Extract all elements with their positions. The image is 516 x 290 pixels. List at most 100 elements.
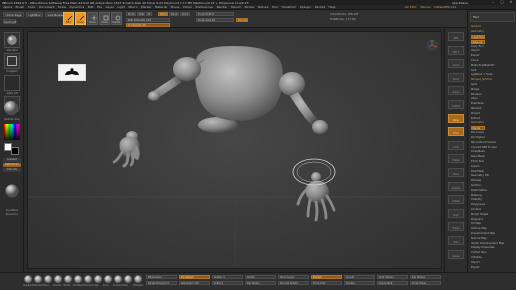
tool-item-displacement-map[interactable]: Displacement Map — [471, 232, 515, 235]
tool-item-preview[interactable]: Preview — [471, 179, 515, 182]
tool-item-geometry[interactable]: Geometry — [471, 30, 515, 33]
bottom-dynamesh[interactable]: DynaMesh — [179, 275, 210, 279]
brush-zmodeler-icon[interactable] — [134, 275, 142, 283]
tool-item-distribute[interactable]: Distribute — [471, 102, 515, 105]
tool-item-normal-map[interactable]: Normal Map — [471, 237, 515, 240]
nav-scroll-button[interactable]: Scroll — [448, 59, 464, 69]
tool-item-extract[interactable]: Extract — [471, 117, 515, 120]
bottom-resolution-128[interactable]: Resolution 128 — [179, 281, 210, 285]
brush-damstandard-icon[interactable] — [74, 275, 82, 283]
material-slot[interactable] — [3, 100, 20, 117]
tool-item-initialize[interactable]: Initialize — [471, 256, 515, 259]
tool-item-lightbox-tools[interactable]: Lightbox > Tools — [471, 73, 515, 76]
dynamic-toggle[interactable]: Dynamic — [236, 18, 248, 22]
switch-color-button[interactable]: SwitchColor — [3, 163, 21, 167]
bottom-del-higher[interactable]: Del Higher — [245, 281, 276, 285]
nav-zoom-button[interactable]: Zoom — [448, 72, 464, 82]
zcut-button[interactable]: Zcut — [180, 12, 190, 16]
canvas-viewport[interactable] — [27, 31, 442, 269]
tool-item-texture-map[interactable]: Texture Map — [471, 227, 515, 230]
tool-item-export[interactable]: Export — [471, 54, 515, 57]
brush-claybuildup-icon[interactable] — [24, 275, 32, 283]
z-intensity-slider[interactable]: Z Intensity 25 — [126, 23, 170, 27]
lightbox-tab[interactable]: LightBox — [25, 12, 44, 17]
bottom-target-polygons-5[interactable]: Target Polygons 5 — [146, 281, 177, 285]
nav-actual-button[interactable]: Actual — [448, 86, 464, 96]
bottom-smooth-subdiv[interactable]: Smooth Subdiv — [278, 281, 309, 285]
tool-item-fibermesh[interactable]: FiberMesh — [471, 170, 515, 173]
tool-item-unified-skin[interactable]: Unified Skin — [471, 251, 515, 254]
tool-item-make-polymesh3d[interactable]: Make PolyMesh3D — [471, 64, 515, 67]
brush-slot[interactable] — [4, 32, 20, 48]
bottom-polish-0[interactable]: Polish 0 — [212, 281, 243, 285]
secondary-color-swatch[interactable] — [11, 147, 19, 155]
tool-item-align[interactable]: Align — [471, 97, 515, 100]
brush-trimdynamic-icon[interactable] — [84, 275, 92, 283]
nav-solo-button[interactable]: Solo — [448, 236, 464, 245]
tool-item-visibility[interactable]: Visibility — [471, 198, 515, 201]
nav-floor-button[interactable]: Floor — [448, 127, 464, 137]
brush-hpolish-icon[interactable] — [64, 275, 72, 283]
nav-rotate-button[interactable]: Rotate — [448, 195, 464, 205]
tool-item-save-as[interactable]: Save As — [471, 39, 485, 44]
tool-item-import[interactable]: Import — [471, 49, 515, 52]
tool-item-merge[interactable]: Merge — [471, 88, 515, 91]
scale-mode-button[interactable]: Scale — [99, 12, 110, 25]
tool-item-arraymesh[interactable]: ArrayMesh — [471, 150, 515, 153]
spotlight-tab[interactable]: Spotlight — [3, 19, 17, 24]
nav-spix-3-button[interactable]: SPix 3 — [448, 45, 464, 55]
tool-item-divide[interactable]: Divide — [471, 126, 485, 131]
brush-dam-icon[interactable] — [124, 275, 132, 283]
bottom-group-split[interactable]: Group Split — [377, 281, 408, 285]
nav-local-button[interactable]: Local — [448, 140, 464, 150]
brush-inflat-icon[interactable] — [94, 275, 102, 283]
bottom-split-hidden[interactable]: Split Hidden — [377, 275, 408, 279]
bottom-close-holes[interactable]: Close Holes — [410, 281, 441, 285]
tool-item-export[interactable]: Export — [471, 266, 515, 269]
bottom-zremesher[interactable]: ZRemesher — [146, 275, 177, 279]
mrgb-button[interactable]: Mrgb — [126, 12, 136, 16]
tool-item-remesh[interactable]: Remesh — [471, 107, 515, 110]
tool-item-thick-skin[interactable]: Thick Skin — [471, 160, 515, 163]
bottom-divide[interactable]: Divide — [245, 275, 276, 279]
tool-item-clone[interactable]: Clone — [471, 59, 515, 62]
color-picker[interactable] — [4, 124, 20, 140]
m-button[interactable]: M — [146, 12, 152, 16]
left-arm-model[interactable] — [147, 57, 202, 101]
tool-item-subtool[interactable]: Subtool — [471, 25, 515, 28]
tool-item-project[interactable]: Project — [471, 112, 515, 115]
tool-item-goz[interactable]: GoZ — [471, 69, 515, 72]
tool-item-polypaint[interactable]: Polypaint — [471, 218, 515, 221]
alpha-slot[interactable] — [4, 75, 20, 91]
focal-shift-slider[interactable]: Focal Shift 0 — [196, 12, 234, 16]
gradient-button[interactable]: Gradient — [3, 158, 21, 162]
tool-item-reconstruct-subdiv[interactable]: Reconstruct Subdiv — [471, 141, 515, 144]
tool-item-contact[interactable]: Contact — [471, 208, 515, 211]
tool-item-boolean[interactable]: Boolean — [471, 93, 515, 96]
brush-standard-icon[interactable] — [34, 275, 42, 283]
tool-item-vector-displacement-map[interactable]: Vector Displacement Map — [471, 242, 515, 245]
quicksave-label[interactable]: QuickSave — [452, 1, 468, 5]
right-arm-model[interactable] — [279, 72, 328, 134]
edit-mode-button[interactable]: Edit — [63, 12, 74, 25]
bottom-subdiv-1[interactable]: SubDiv 1 — [212, 275, 243, 279]
rotate-mode-button[interactable]: Rotate — [111, 12, 122, 25]
alternate-button[interactable]: Alternate — [3, 168, 21, 172]
rgb-intensity-slider[interactable]: Rgb Intensity 100 — [126, 18, 170, 22]
tool-item-split[interactable]: Split — [471, 83, 515, 86]
torso-model[interactable] — [194, 46, 283, 133]
tool-item-load-tool[interactable]: Load Tool — [471, 34, 485, 39]
nav-move-button[interactable]: Move — [448, 168, 464, 177]
move-mode-button[interactable]: Move — [87, 12, 98, 25]
tool-item-uv-map[interactable]: UV Map — [471, 222, 515, 225]
bottom-del-hidden[interactable]: Del Hidden — [410, 275, 441, 279]
rgb-button[interactable]: Rgb — [137, 12, 145, 16]
nav-aahalf-button[interactable]: AAHalf — [448, 100, 464, 109]
tool-item-geometry[interactable]: Geometry — [471, 121, 515, 124]
tool-item-nanomesh[interactable]: NanoMesh — [471, 155, 515, 158]
tool-item-morph-target[interactable]: Morph Target — [471, 213, 515, 216]
tool-palette-header[interactable]: Tool — [470, 12, 515, 22]
right-hand-model[interactable] — [296, 172, 336, 222]
nav-persp-button[interactable]: Persp — [448, 113, 464, 123]
bottom-double[interactable]: Double — [344, 281, 375, 285]
